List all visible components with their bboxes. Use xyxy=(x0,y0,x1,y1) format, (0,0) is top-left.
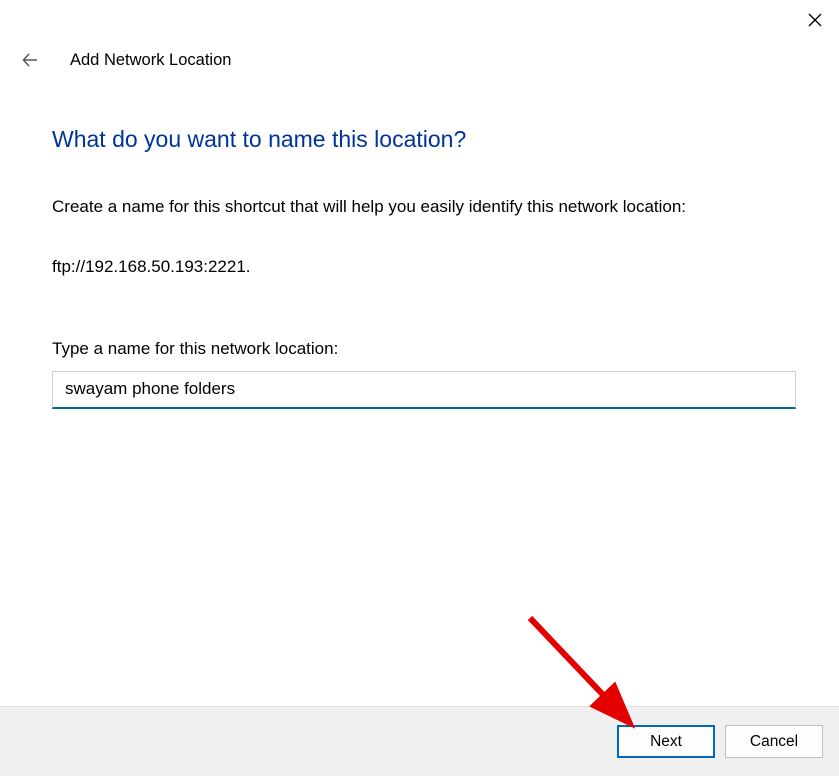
close-icon xyxy=(808,13,822,27)
page-heading: What do you want to name this location? xyxy=(52,126,794,153)
input-label: Type a name for this network location: xyxy=(52,339,794,359)
wizard-footer: Next Cancel xyxy=(0,706,839,776)
back-arrow-icon xyxy=(21,51,39,69)
next-button[interactable]: Next xyxy=(617,725,715,758)
titlebar xyxy=(0,0,839,40)
description-text: Create a name for this shortcut that wil… xyxy=(52,195,794,219)
back-button[interactable] xyxy=(18,48,42,72)
content-area: What do you want to name this location? … xyxy=(0,72,839,409)
wizard-title: Add Network Location xyxy=(70,51,231,70)
location-name-input[interactable] xyxy=(52,371,796,409)
cancel-button[interactable]: Cancel xyxy=(725,725,823,758)
network-address: ftp://192.168.50.193:2221. xyxy=(52,257,794,277)
close-button[interactable] xyxy=(803,8,827,32)
header-row: Add Network Location xyxy=(0,40,839,72)
